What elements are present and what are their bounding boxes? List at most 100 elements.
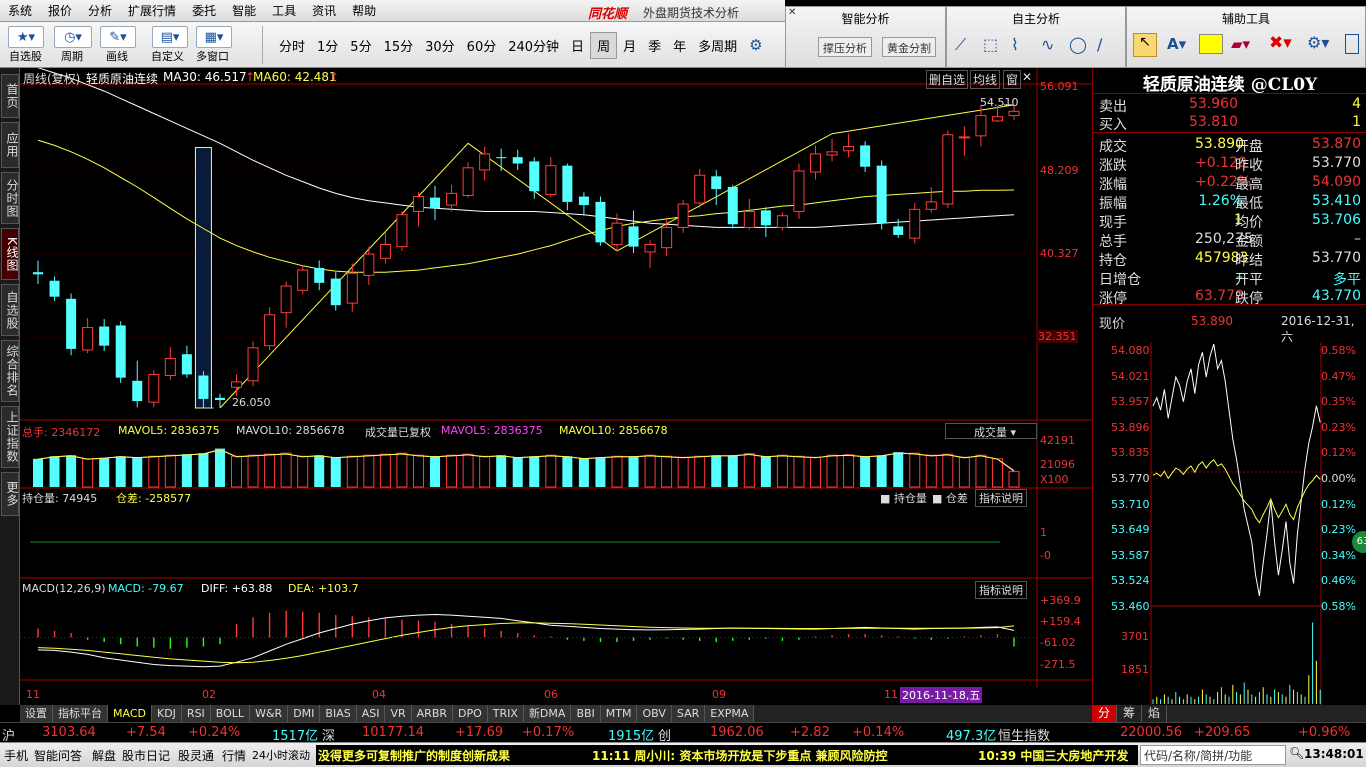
indicator-tab[interactable]: RSI [181,705,211,722]
watchlist-button[interactable]: ★▾ [8,26,44,48]
cursor-tool-icon[interactable]: ↖ [1133,33,1157,57]
period-multi[interactable]: 多周期 [692,33,743,58]
period-month[interactable]: 月 [617,33,642,58]
color-swatch[interactable] [1199,34,1223,54]
panel-toggle-icon[interactable] [1345,34,1359,54]
period-button[interactable]: ◷▾ [54,26,92,48]
window-button[interactable]: 窗 [1003,70,1022,89]
indicator-tab[interactable]: 设置 [20,705,53,722]
indicator-tab[interactable]: ARBR [411,705,454,722]
menu-analysis[interactable]: 分析 [80,2,120,19]
indicator-tab[interactable]: W&R [250,705,289,722]
period-day[interactable]: 日 [565,33,590,58]
indicator-tab[interactable]: VR [385,705,412,722]
menu-system[interactable]: 系统 [0,2,40,19]
wave-tool-icon[interactable]: ∿ [1041,35,1054,54]
erase-tool-icon[interactable]: ▰▾ [1231,35,1250,53]
vtab-intraday[interactable]: 分时图 [1,172,19,224]
vtab-more[interactable]: 更多 [1,472,19,516]
period-60min[interactable]: 60分 [461,33,503,58]
indicator-tab[interactable]: MTM [600,705,638,722]
period-240min[interactable]: 240分钟 [502,33,565,58]
golden-section-button[interactable]: 黄金分割 [882,37,936,57]
period-quarter[interactable]: 季 [642,33,667,58]
indicator-tab[interactable]: DPO [453,705,488,722]
indicator-tab[interactable]: EXPMA [705,705,755,722]
tab-chips[interactable]: 筹 [1117,705,1143,722]
period-1min[interactable]: 1分 [311,33,344,58]
menu-help[interactable]: 帮助 [344,2,384,19]
vtab-sh-index[interactable]: 上证指数 [1,406,19,468]
menu-news[interactable]: 资讯 [304,2,344,19]
indicator-tab[interactable]: ASI [356,705,386,722]
remove-watchlist-button[interactable]: 删自选 [926,70,969,89]
indicator-tab[interactable]: BIAS [320,705,357,722]
oi-checkbox[interactable]: ■ 持仓量 [880,490,927,506]
news-ticker-3[interactable]: 10:39 中国三大房地产开发 [976,745,1138,765]
custom-button[interactable]: ▤▾ [152,26,188,48]
menu-tools[interactable]: 工具 [264,2,304,19]
search-icon[interactable]: 🔍︎ [1289,746,1304,760]
tab-time-share[interactable]: 分 [1092,705,1118,722]
status-quotes[interactable]: 行情 [222,747,246,764]
vtab-watchlist[interactable]: 自选股 [1,284,19,336]
search-input[interactable]: 代码/名称/简拼/功能 [1140,745,1286,765]
indicator-tab[interactable]: KDJ [151,705,182,722]
status-gulingtong[interactable]: 股灵通 [178,747,214,764]
multiwindow-button[interactable]: ▦▾ [196,26,232,48]
period-30min[interactable]: 30分 [419,33,461,58]
vtab-apps[interactable]: 应用 [1,122,19,168]
indicator-tab[interactable]: OBV [637,705,672,722]
indicator-tab[interactable]: 新DMA [523,705,572,722]
period-year[interactable]: 年 [667,33,692,58]
support-resistance-button[interactable]: 撑压分析 [818,37,872,57]
period-15min[interactable]: 15分 [378,33,420,58]
kline-chart[interactable]: 周线(复权) 轻质原油连续 MA30: 46.517 ↑ MA60: 42.48… [20,68,1092,705]
close-panel-icon[interactable]: ✕ [1022,70,1032,84]
polyline-tool-icon[interactable]: ⌇ [1011,35,1019,54]
ma-toggle-button[interactable]: 均线 [970,70,1001,89]
indicator-tab[interactable]: SAR [671,705,706,722]
rect-tool-icon[interactable]: ⬚ [983,35,998,54]
intraday-mini-chart[interactable] [1093,338,1366,705]
oi-diff-checkbox[interactable]: ■ 仓差 [932,490,968,506]
status-24h-roll[interactable]: 24小时滚动 [252,747,310,763]
tab-flame[interactable]: 焰 [1142,705,1168,722]
delete-icon[interactable]: ✖▾ [1269,33,1292,53]
period-5min[interactable]: 5分 [344,33,377,58]
status-mobile[interactable]: 手机 [4,747,28,764]
period-selector: 分时 1分 5分 15分 30分 60分 240分钟 日 周 月 季 年 多周期… [262,26,769,64]
line-tool-icon[interactable]: ⟋ [955,35,966,55]
menu-quote[interactable]: 报价 [40,2,80,19]
status-diary[interactable]: 股市日记 [122,747,170,764]
status-qa[interactable]: 智能问答 [34,747,82,764]
settings-icon[interactable]: ⚙▾ [1307,33,1329,52]
menu-trade[interactable]: 委托 [184,2,224,19]
main-toolbar: ★▾ 自选股 ◷▾ 周期 ✎▾ 画线 ▤▾ 自定义 ▦▾ 多窗口 分时 1分 5… [0,22,785,68]
news-ticker-2[interactable]: 11:11 周小川: 资本市场开放是下步重点 兼顾风险防控 [588,745,976,765]
indicator-dropdown[interactable]: 成交量 ▾ [945,423,1037,439]
gear-icon[interactable]: ⚙ [743,33,768,57]
vtab-kline[interactable]: K线图 [1,228,19,280]
period-intraday[interactable]: 分时 [273,33,311,58]
news-ticker-1[interactable]: 没得更多可复制推广的制度创新成果 [316,745,588,765]
vtab-home[interactable]: 首页 [1,74,19,118]
text-tool-icon[interactable]: A▾ [1167,35,1186,53]
period-week[interactable]: 周 [590,31,618,59]
vtab-ranking[interactable]: 综合排名 [1,340,19,402]
macd-help-button[interactable]: 指标说明 [975,581,1027,599]
status-commentary[interactable]: 解盘 [92,747,116,764]
indicator-tab[interactable]: TRIX [487,705,524,722]
indicator-tab[interactable]: 指标平台 [53,705,108,722]
draw-line-button[interactable]: ✎▾ [100,26,136,48]
brush-tool-icon[interactable]: ∕ [1097,35,1102,54]
indicator-tab[interactable]: DMI [288,705,321,722]
indicator-tab[interactable]: BOLL [210,705,251,722]
indicator-tab[interactable]: BBI [571,705,601,722]
oi-help-button[interactable]: 指标说明 [975,489,1027,507]
menu-extended[interactable]: 扩展行情 [120,2,184,19]
ellipse-tool-icon[interactable]: ◯ [1069,35,1087,54]
menu-smart[interactable]: 智能 [224,2,264,19]
indicator-tab[interactable]: MACD [108,705,152,722]
chart-canvas[interactable] [20,68,1092,705]
